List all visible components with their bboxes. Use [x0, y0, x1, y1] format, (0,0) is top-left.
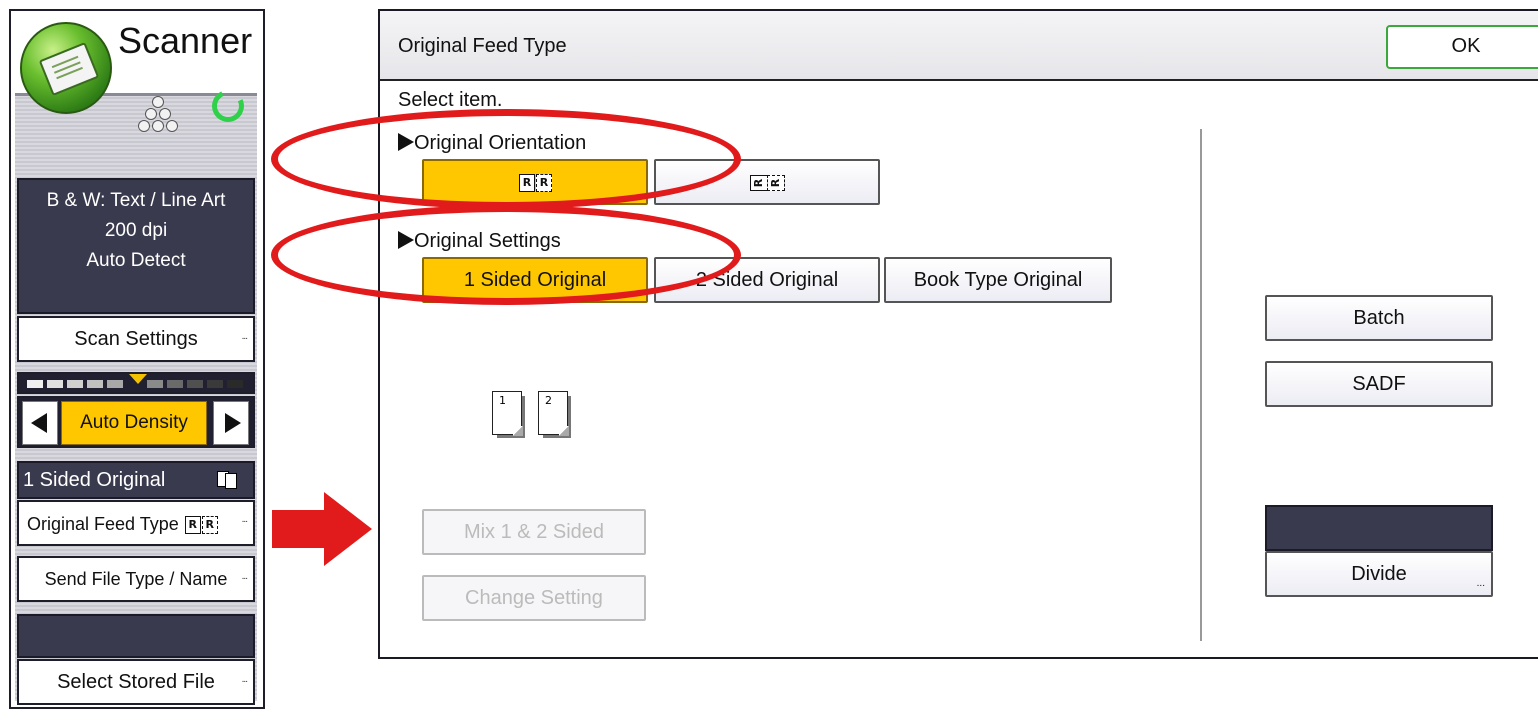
- color-mode-text: B & W: Text / Line Art: [46, 190, 226, 211]
- orientation-top-button[interactable]: RR: [654, 159, 880, 205]
- original-settings-heading: Original Settings: [398, 230, 561, 253]
- sadf-button[interactable]: SADF: [1265, 361, 1493, 407]
- page-two-icon: 2: [538, 391, 569, 436]
- dialog-title: Original Feed Type: [398, 35, 567, 57]
- page-number-text: 1: [499, 394, 506, 407]
- divide-label: Divide: [1351, 563, 1407, 585]
- original-feed-type-dialog: Original Feed Type OK Select item. Origi…: [378, 9, 1538, 659]
- orientation-readable-icon: R: [184, 516, 201, 535]
- scan-settings-summary: B & W: Text / Line Art 200 dpi Auto Dete…: [17, 178, 255, 314]
- more-options-icon: ...: [241, 331, 248, 342]
- size-detect-text: Auto Detect: [86, 250, 186, 271]
- two-sided-original-button[interactable]: 2 Sided Original: [654, 257, 880, 303]
- one-sided-original-button[interactable]: 1 Sided Original: [422, 257, 648, 303]
- original-orientation-heading: Original Orientation: [398, 132, 586, 155]
- original-orientation-label: Original Orientation: [414, 132, 587, 154]
- orientation-top-icon: R: [767, 174, 785, 191]
- scanner-title: Scanner: [118, 20, 253, 61]
- select-stored-file-label: Select Stored File: [57, 671, 215, 693]
- sided-original-status: 1 Sided Original: [17, 461, 255, 499]
- section-divider: [1200, 129, 1202, 641]
- orientation-top-icon: R: [750, 174, 768, 191]
- scanner-app-icon: [20, 22, 112, 114]
- batch-button[interactable]: Batch: [1265, 295, 1493, 341]
- red-arrow-icon: [272, 492, 372, 566]
- original-feed-type-label: Original Feed Type: [27, 514, 179, 534]
- density-control: Auto Density: [17, 396, 255, 448]
- divide-button[interactable]: Divide ...: [1265, 551, 1493, 597]
- divide-status-display: [1265, 505, 1493, 551]
- page-number-text: 2: [545, 394, 552, 407]
- orientation-readable-button[interactable]: RR: [422, 159, 648, 205]
- section-arrow-icon: [398, 133, 414, 151]
- orientation-readable-icon: R: [519, 173, 535, 192]
- dialog-titlebar: Original Feed Type OK: [380, 11, 1538, 81]
- original-settings-label: Original Settings: [414, 230, 561, 252]
- send-file-type-button[interactable]: Send File Type / Name ...: [17, 556, 255, 602]
- select-stored-file-button[interactable]: Select Stored File ...: [17, 659, 255, 705]
- section-arrow-icon: [398, 231, 414, 249]
- more-options-icon: ...: [1476, 578, 1485, 589]
- scan-settings-label: Scan Settings: [74, 328, 198, 350]
- density-darker-button[interactable]: [213, 401, 249, 445]
- auto-density-button[interactable]: Auto Density: [61, 401, 207, 445]
- job-list-icon[interactable]: [137, 96, 179, 142]
- select-item-label: Select item.: [398, 89, 503, 111]
- change-setting-button[interactable]: Change Setting: [422, 575, 646, 621]
- book-type-original-button[interactable]: Book Type Original: [884, 257, 1112, 303]
- density-marker-icon: [129, 374, 147, 384]
- more-options-icon: ...: [241, 571, 248, 582]
- sided-original-text: 1 Sided Original: [23, 469, 166, 491]
- original-feed-type-button[interactable]: Original Feed Type RR ...: [17, 500, 255, 546]
- mix-1-2-sided-button[interactable]: Mix 1 & 2 Sided: [422, 509, 646, 555]
- stored-file-display: [17, 614, 255, 658]
- ok-button[interactable]: OK: [1386, 25, 1538, 69]
- page-one-icon: 1: [492, 391, 523, 436]
- orientation-top-icon: R: [201, 516, 218, 535]
- density-scale: [17, 372, 255, 394]
- more-options-icon: ...: [241, 674, 248, 685]
- density-lighter-button[interactable]: [22, 401, 58, 445]
- orientation-readable-icon: R: [536, 173, 552, 192]
- send-file-type-label: Send File Type / Name: [44, 569, 228, 589]
- page-icon: [225, 473, 237, 489]
- more-options-icon: ...: [241, 514, 248, 525]
- resolution-text: 200 dpi: [104, 220, 168, 241]
- scan-settings-button[interactable]: Scan Settings ...: [17, 316, 255, 362]
